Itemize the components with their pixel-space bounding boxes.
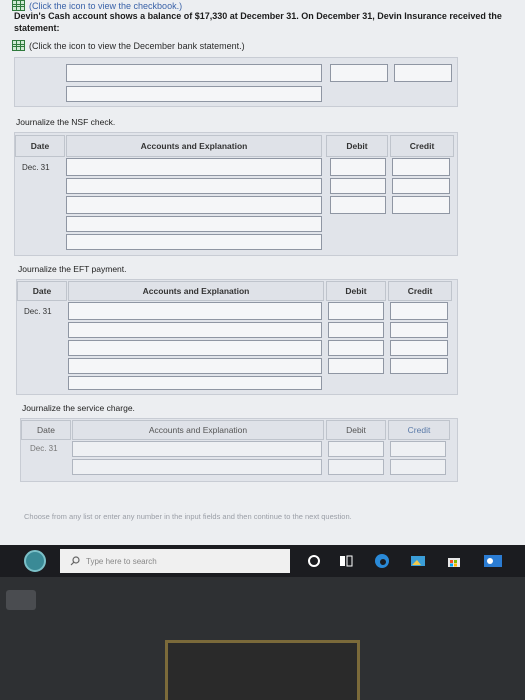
- eft-credit-2[interactable]: [390, 322, 448, 338]
- nsf-debit-2[interactable]: [330, 178, 386, 194]
- table-icon[interactable]: [12, 40, 25, 51]
- debit-input[interactable]: [330, 64, 388, 82]
- bank-statement-link-text[interactable]: (Click the icon to view the December ban…: [29, 41, 245, 51]
- eft-date-header: Date: [17, 281, 67, 301]
- bank-statement-link[interactable]: (Click the icon to view the December ban…: [12, 40, 245, 51]
- nsf-debit-1[interactable]: [330, 158, 386, 176]
- service-credit-header: Credit: [388, 420, 450, 440]
- service-account-1[interactable]: [72, 441, 322, 457]
- eft-credit-1[interactable]: [390, 302, 448, 320]
- eft-debit-header: Debit: [326, 281, 386, 301]
- eft-account-header: Accounts and Explanation: [68, 281, 324, 301]
- nsf-account-2[interactable]: [66, 178, 322, 194]
- problem-intro: Devin's Cash account shows a balance of …: [14, 11, 502, 33]
- nsf-account-header: Accounts and Explanation: [66, 135, 322, 157]
- nsf-account-3[interactable]: [66, 196, 322, 214]
- taskbar: Type here to search: [0, 545, 525, 577]
- nsf-credit-2[interactable]: [392, 178, 450, 194]
- eft-debit-1[interactable]: [328, 302, 384, 320]
- browser-content: (Click the icon to view the checkbook.) …: [0, 0, 525, 545]
- service-title: Journalize the service charge.: [22, 403, 135, 413]
- eft-debit-2[interactable]: [328, 322, 384, 338]
- service-account-2[interactable]: [72, 459, 322, 475]
- service-credit-1[interactable]: [390, 441, 446, 457]
- account-input[interactable]: [66, 64, 322, 82]
- service-debit-2[interactable]: [328, 459, 384, 475]
- photos-icon[interactable]: [410, 553, 426, 569]
- nsf-credit-header: Credit: [390, 135, 454, 157]
- eft-account-2[interactable]: [68, 322, 322, 338]
- search-placeholder: Type here to search: [86, 556, 157, 566]
- nsf-date: Dec. 31: [22, 163, 50, 172]
- eft-explanation[interactable]: [68, 376, 322, 390]
- nsf-title: Journalize the NSF check.: [16, 117, 116, 127]
- nsf-credit-3[interactable]: [392, 196, 450, 214]
- nsf-credit-1[interactable]: [392, 158, 450, 176]
- task-view-icon[interactable]: [338, 553, 354, 569]
- eft-date: Dec. 31: [24, 307, 52, 316]
- eft-title: Journalize the EFT payment.: [18, 264, 127, 274]
- eft-account-4[interactable]: [68, 358, 322, 374]
- nsf-account-4[interactable]: [66, 216, 322, 232]
- start-button[interactable]: [24, 550, 46, 572]
- taskbar-search[interactable]: Type here to search: [60, 549, 290, 573]
- eft-debit-3[interactable]: [328, 340, 384, 356]
- search-icon: [70, 556, 80, 566]
- service-debit-header: Debit: [326, 420, 386, 440]
- eft-account-1[interactable]: [68, 302, 322, 320]
- store-icon[interactable]: [446, 553, 462, 569]
- monitor-stand: [165, 640, 360, 700]
- bezel-reflection: [6, 590, 36, 610]
- service-date: Dec. 31: [30, 444, 58, 453]
- eft-credit-header: Credit: [388, 281, 452, 301]
- nsf-debit-3[interactable]: [330, 196, 386, 214]
- cortana-icon[interactable]: [306, 553, 322, 569]
- instruction-text: Choose from any list or enter any number…: [24, 512, 352, 521]
- eft-credit-3[interactable]: [390, 340, 448, 356]
- edge-icon[interactable]: [374, 553, 390, 569]
- credit-input[interactable]: [394, 64, 452, 82]
- nsf-explanation[interactable]: [66, 234, 322, 250]
- office-icon[interactable]: [484, 553, 502, 569]
- checkbook-link-text[interactable]: (Click the icon to view the checkbook.): [29, 1, 182, 11]
- nsf-date-header: Date: [15, 135, 65, 157]
- eft-debit-4[interactable]: [328, 358, 384, 374]
- eft-credit-4[interactable]: [390, 358, 448, 374]
- service-debit-1[interactable]: [328, 441, 384, 457]
- service-account-header: Accounts and Explanation: [72, 420, 324, 440]
- nsf-account-1[interactable]: [66, 158, 322, 176]
- nsf-debit-header: Debit: [326, 135, 388, 157]
- service-date-header: Date: [21, 420, 71, 440]
- account-input[interactable]: [66, 86, 322, 102]
- eft-account-3[interactable]: [68, 340, 322, 356]
- service-credit-2[interactable]: [390, 459, 446, 475]
